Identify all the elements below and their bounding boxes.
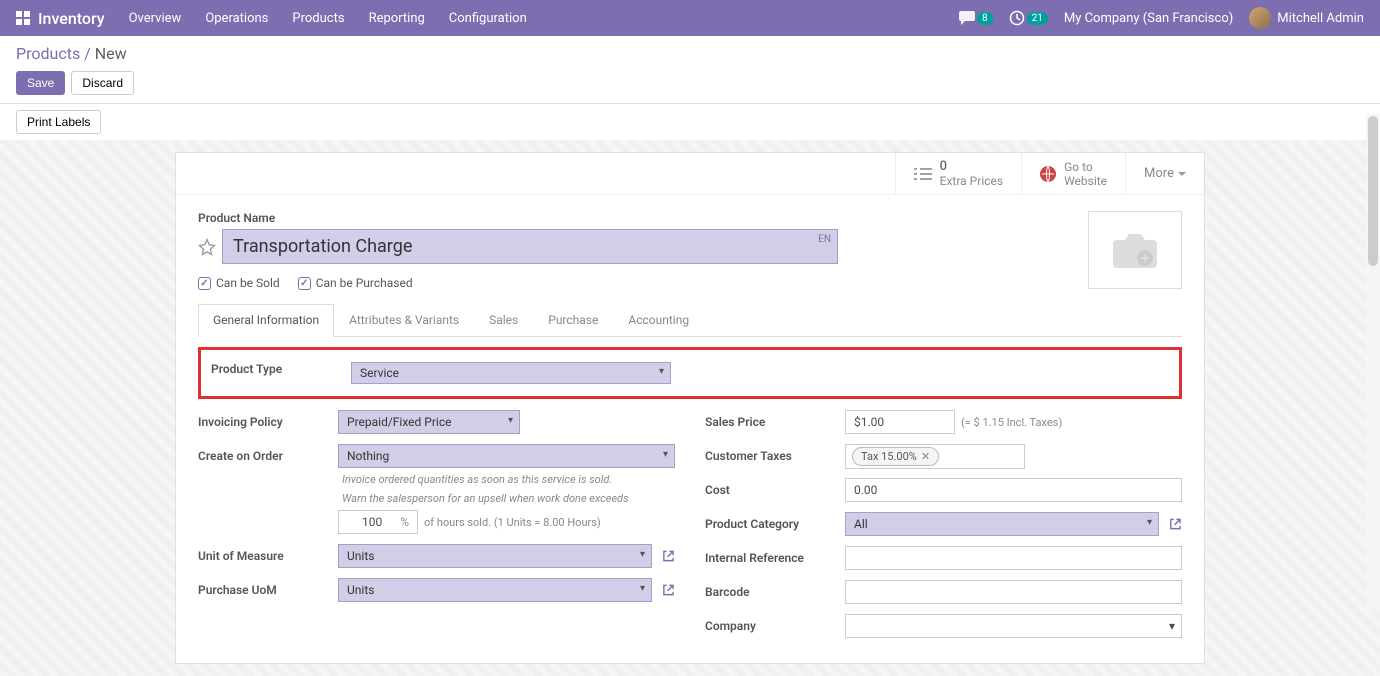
tab-attributes[interactable]: Attributes & Variants [334,304,474,336]
product-name-label: Product Name [198,211,838,225]
external-link-icon[interactable] [1169,517,1182,531]
uom-select[interactable]: Units▾ [338,544,652,568]
more-button[interactable]: More [1125,153,1204,194]
check-icon [298,277,311,290]
external-link-icon[interactable] [662,583,675,597]
nav-reporting[interactable]: Reporting [369,11,425,26]
barcode-input[interactable] [845,580,1182,604]
apps-icon [16,11,30,25]
tab-purchase[interactable]: Purchase [533,304,613,336]
globe-icon [1040,166,1056,182]
cost-label: Cost [705,483,845,497]
user-menu[interactable]: Mitchell Admin [1277,11,1364,26]
save-button[interactable]: Save [16,71,65,95]
product-category-label: Product Category [705,517,845,531]
uom-label: Unit of Measure [198,549,338,563]
nav-overview[interactable]: Overview [129,11,182,26]
internal-ref-label: Internal Reference [705,551,845,565]
create-on-order-select[interactable]: Nothing▾ [338,444,675,468]
tabs-bar: General Information Attributes & Variant… [198,304,1182,337]
nav-products[interactable]: Products [292,11,344,26]
go-to-website-button[interactable]: Go to Website [1021,153,1125,194]
can-be-purchased-checkbox[interactable]: Can be Purchased [298,276,413,290]
messaging-button[interactable]: 8 [959,11,993,25]
top-navbar: Inventory Overview Operations Products R… [0,0,1380,36]
product-type-label: Product Type [211,362,351,384]
customer-taxes-input[interactable]: Tax 15.00%✕ [845,444,1025,469]
product-name-input[interactable]: Transportation Charge EN [222,229,838,264]
sales-price-input[interactable]: $1.00 [845,410,955,434]
avatar [1249,7,1271,29]
nav-configuration[interactable]: Configuration [449,11,527,26]
sales-price-label: Sales Price [705,415,845,429]
extra-prices-label: Extra Prices [940,174,1003,188]
app-switcher[interactable]: Inventory [16,9,105,28]
upsell-help-text: Warn the salesperson for an upsell when … [342,492,675,505]
more-label: More [1144,166,1174,181]
purchase-uom-label: Purchase UoM [198,583,338,597]
discard-button[interactable]: Discard [71,71,134,95]
tab-sales[interactable]: Sales [474,304,533,336]
breadcrumb-products[interactable]: Products [16,44,80,63]
can-be-sold-checkbox[interactable]: Can be Sold [198,276,280,290]
website-label-1: Go to [1064,160,1107,174]
sales-price-note: (= $ 1.15 Incl. Taxes) [961,416,1062,429]
scrollbar[interactable] [1366,114,1380,609]
invoicing-policy-select[interactable]: Prepaid/Fixed Price▾ [338,410,520,434]
company-selector[interactable]: My Company (San Francisco) [1064,11,1233,26]
product-type-select[interactable]: Service [351,362,671,384]
extra-prices-value: 0 [940,159,1003,174]
product-type-highlight: Product Type Service [198,347,1182,399]
product-image-placeholder[interactable] [1088,211,1182,289]
tax-tag: Tax 15.00%✕ [852,447,939,466]
list-icon [914,167,932,181]
activities-badge: 21 [1027,12,1048,25]
hours-suffix: of hours sold. (1 Units = 8.00 Hours) [424,516,601,529]
translate-button[interactable]: EN [818,234,831,245]
clock-icon [1009,10,1025,26]
camera-icon [1111,230,1159,270]
customer-taxes-label: Customer Taxes [705,449,845,463]
invoicing-policy-label: Invoicing Policy [198,415,338,429]
product-category-select[interactable]: All▾ [845,512,1159,536]
invoicing-help-text: Invoice ordered quantities as soon as th… [342,473,675,486]
create-on-order-label: Create on Order [198,449,338,463]
company-select[interactable]: ▾ [845,614,1182,638]
extra-prices-button[interactable]: 0 Extra Prices [895,153,1021,194]
form-sheet: 0 Extra Prices Go to Website More Produc… [175,152,1205,664]
external-link-icon[interactable] [662,549,675,563]
breadcrumb-current: New [95,44,127,63]
website-label-2: Website [1064,174,1107,188]
scroll-thumb[interactable] [1368,116,1378,266]
app-name: Inventory [38,9,105,28]
secondary-toolbar: Print Labels [0,104,1380,140]
form-background: 0 Extra Prices Go to Website More Produc… [0,140,1380,676]
close-icon[interactable]: ✕ [921,450,930,463]
cost-input[interactable]: 0.00 [845,478,1182,502]
nav-operations[interactable]: Operations [205,11,268,26]
breadcrumb: Products / New [16,44,1364,63]
hours-percent-input[interactable]: 100% [338,510,418,534]
purchase-uom-select[interactable]: Units▾ [338,578,652,602]
print-labels-button[interactable]: Print Labels [16,110,101,134]
chevron-down-icon [1178,170,1186,178]
barcode-label: Barcode [705,585,845,599]
control-panel: Products / New Save Discard [0,36,1380,104]
check-icon [198,277,211,290]
tab-accounting[interactable]: Accounting [613,304,704,336]
favorite-star-icon[interactable] [198,238,216,256]
activities-button[interactable]: 21 [1009,10,1048,26]
chat-icon [959,11,975,25]
internal-ref-input[interactable] [845,546,1182,570]
company-label: Company [705,619,845,633]
tab-general[interactable]: General Information [198,304,334,337]
chat-badge: 8 [977,12,993,25]
